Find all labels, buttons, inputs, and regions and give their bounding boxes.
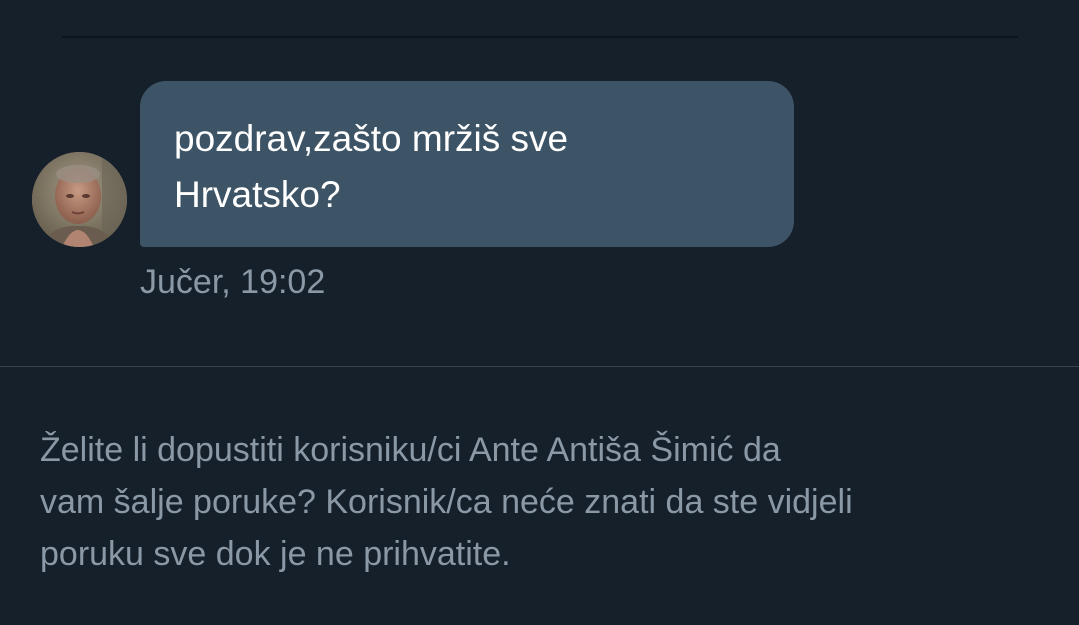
message-timestamp: Jučer, 19:02 <box>140 263 326 301</box>
message-text-line-1: pozdrav,zašto mržiš sve <box>174 118 569 159</box>
section-divider <box>0 366 1079 367</box>
message-bubble[interactable]: pozdrav,zašto mržiš sve Hrvatsko? <box>140 81 794 247</box>
avatar-photo <box>32 152 127 247</box>
request-text-line-2: vam šalje poruke? Korisnik/ca neće znati… <box>40 483 853 521</box>
request-text-line-1: Želite li dopustiti korisniku/ci Ante An… <box>40 431 781 469</box>
request-text-line-3: poruku sve dok je ne prihvatite. <box>40 535 511 573</box>
sender-avatar[interactable] <box>32 152 127 247</box>
message-request-prompt: Želite li dopustiti korisniku/ci Ante An… <box>40 424 1050 580</box>
message-text-line-2: Hrvatsko? <box>174 174 341 215</box>
received-message: pozdrav,zašto mržiš sve Hrvatsko? Jučer,… <box>0 0 1079 340</box>
